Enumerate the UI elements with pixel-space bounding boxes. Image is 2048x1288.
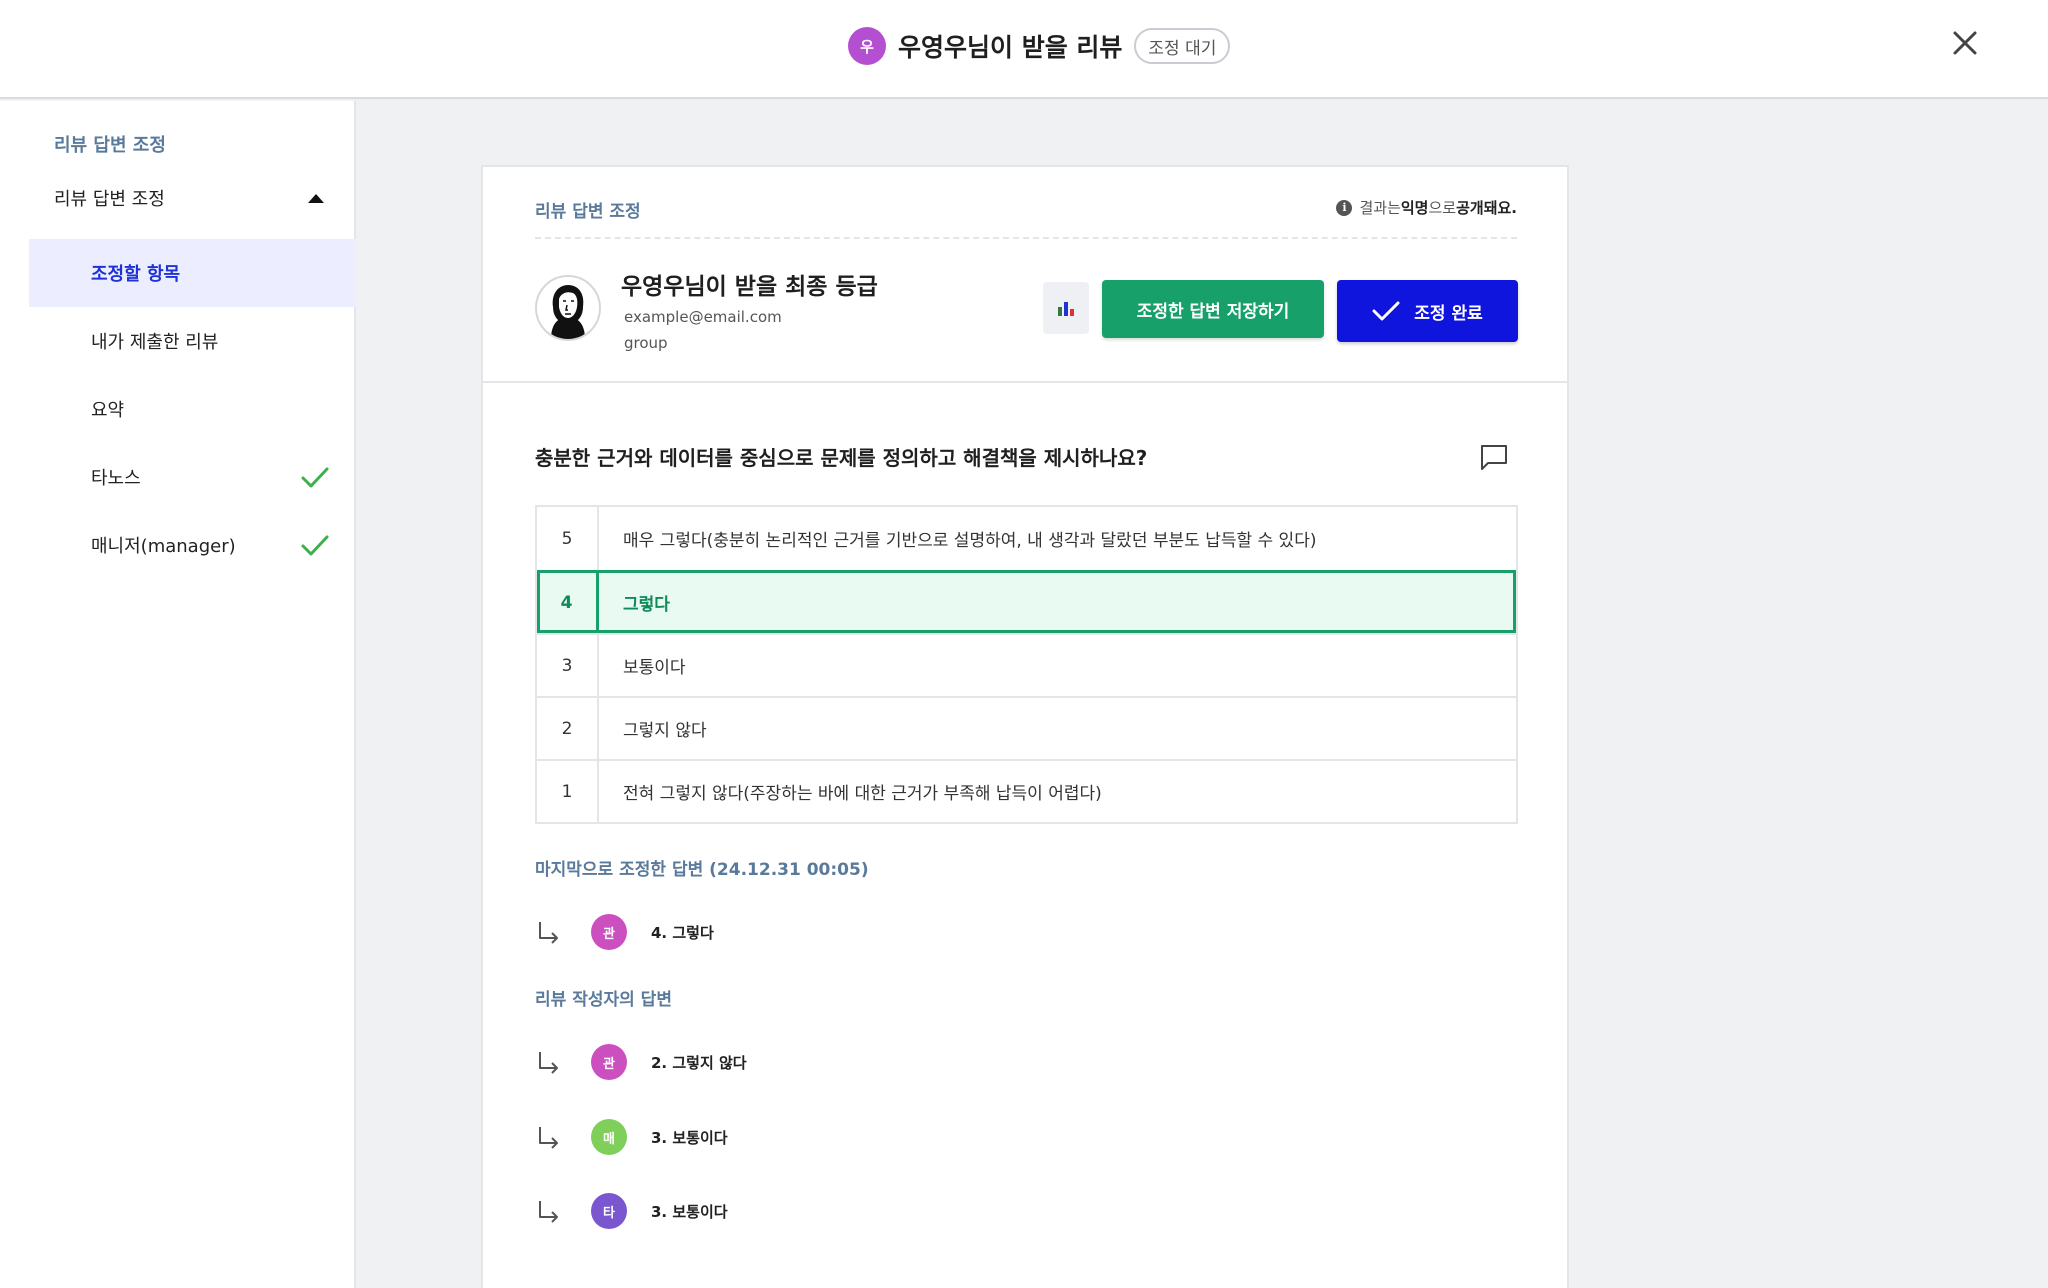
comment-icon[interactable] xyxy=(1479,442,1509,472)
option-number: 3 xyxy=(537,635,599,696)
answer-text: 4. 그렇다 xyxy=(651,923,714,942)
option-number: 5 xyxy=(537,507,599,570)
sidebar-item-summary[interactable]: 요약 xyxy=(29,375,356,443)
note-bold-anonymous: 익명 xyxy=(1400,199,1429,217)
reviewer-answers-label: 리뷰 작성자의 답변 xyxy=(535,990,672,1010)
anonymous-note: i 결과는 익명 으로 공개돼요. xyxy=(1336,197,1517,218)
option-row-4[interactable]: 4 그렇다 xyxy=(537,570,1516,633)
close-icon[interactable] xyxy=(1948,26,1982,60)
note-bold-public: 공개돼요. xyxy=(1456,199,1517,217)
reply-arrow-icon xyxy=(539,1052,558,1074)
avatar: 매 xyxy=(591,1119,627,1155)
reviewee-avatar: 우 xyxy=(848,27,886,65)
sidebar-item-manager[interactable]: 매니저(manager) xyxy=(29,511,356,579)
caret-up-icon xyxy=(308,193,324,203)
avatar: 관 xyxy=(591,914,627,950)
check-icon xyxy=(1372,301,1400,321)
note-text: 으로 xyxy=(1428,199,1457,217)
sidebar-item-label: 타노스 xyxy=(91,468,141,489)
divider xyxy=(535,237,1517,239)
option-row-2[interactable]: 2 그렇지 않다 xyxy=(537,696,1516,759)
sidebar: 리뷰 답변 조정 리뷰 답변 조정 조정할 항목 내가 제출한 리뷰 요약 타노… xyxy=(0,101,356,1288)
reviewer-answer: 관 2. 그렇지 않다 xyxy=(535,1042,747,1082)
check-icon xyxy=(301,467,329,488)
profile-email: example@email.com xyxy=(624,308,782,326)
complete-adjustment-button[interactable]: 조정 완료 xyxy=(1337,280,1518,342)
option-text: 매우 그렇다(충분히 논리적인 근거를 기반으로 설명하여, 내 생각과 달랐던… xyxy=(623,531,1317,551)
sidebar-heading: 리뷰 답변 조정 xyxy=(54,135,166,156)
sidebar-item-thanos[interactable]: 타노스 xyxy=(29,443,356,511)
option-number: 4 xyxy=(537,572,599,633)
sidebar-item-my-reviews[interactable]: 내가 제출한 리뷰 xyxy=(29,307,356,375)
answer-text: 3. 보통이다 xyxy=(651,1202,728,1221)
reviewer-answer: 타 3. 보통이다 xyxy=(535,1191,728,1231)
option-text: 보통이다 xyxy=(623,658,686,678)
last-adjusted-label: 마지막으로 조정한 답변 (24.12.31 00:05) xyxy=(535,860,869,880)
stats-button[interactable] xyxy=(1043,282,1089,334)
reply-arrow-icon xyxy=(539,1201,558,1223)
sidebar-item-label: 매니저(manager) xyxy=(91,536,236,557)
reply-arrow-icon xyxy=(539,922,558,944)
avatar: 관 xyxy=(591,1044,627,1080)
note-text: 결과는 xyxy=(1359,199,1401,217)
card-section-label: 리뷰 답변 조정 xyxy=(535,202,641,222)
option-row-5[interactable]: 5 매우 그렇다(충분히 논리적인 근거를 기반으로 설명하여, 내 생각과 달… xyxy=(537,507,1516,570)
adjust-card: 리뷰 답변 조정 i 결과는 익명 으로 공개돼요. 우영우님이 받을 최종 등급… xyxy=(481,165,1569,1288)
sidebar-item-label: 내가 제출한 리뷰 xyxy=(91,332,219,353)
avatar: 타 xyxy=(591,1193,627,1229)
answer-text: 2. 그렇지 않다 xyxy=(651,1053,747,1072)
reply-arrow-icon xyxy=(539,1127,558,1149)
profile-group: group xyxy=(624,334,668,352)
option-text: 전혀 그렇지 않다(주장하는 바에 대한 근거가 부족해 납득이 어렵다) xyxy=(623,784,1102,804)
check-icon xyxy=(301,535,329,556)
sidebar-item-adjust-items[interactable]: 조정할 항목 xyxy=(29,239,356,307)
profile-avatar xyxy=(535,275,601,341)
answer-text: 3. 보통이다 xyxy=(651,1128,728,1147)
card-header: 리뷰 답변 조정 i 결과는 익명 으로 공개돼요. 우영우님이 받을 최종 등급… xyxy=(483,167,1567,383)
answer-options: 5 매우 그렇다(충분히 논리적인 근거를 기반으로 설명하여, 내 생각과 달… xyxy=(535,505,1518,824)
question-text: 충분한 근거와 데이터를 중심으로 문제를 정의하고 해결책을 제시하나요? xyxy=(535,446,1148,470)
option-row-3[interactable]: 3 보통이다 xyxy=(537,633,1516,696)
final-grade-title: 우영우님이 받을 최종 등급 xyxy=(621,274,878,300)
sidebar-item-label: 조정할 항목 xyxy=(91,264,181,285)
option-text: 그렇지 않다 xyxy=(623,721,707,741)
last-adjusted-answer: 관 4. 그렇다 xyxy=(535,912,714,952)
status-badge: 조정 대기 xyxy=(1134,28,1231,64)
sidebar-group-toggle[interactable]: 리뷰 답변 조정 xyxy=(54,185,324,211)
page-title: 우영우님이 받을 리뷰 xyxy=(898,33,1123,62)
option-number: 1 xyxy=(537,761,599,822)
option-number: 2 xyxy=(537,698,599,759)
info-icon: i xyxy=(1336,199,1353,216)
complete-button-label: 조정 완료 xyxy=(1414,303,1483,324)
option-text: 그렇다 xyxy=(623,595,670,615)
review-title-group: 우 우영우님이 받을 리뷰 조정 대기 xyxy=(848,26,1231,66)
option-row-1[interactable]: 1 전혀 그렇지 않다(주장하는 바에 대한 근거가 부족해 납득이 어렵다) xyxy=(537,759,1516,822)
bar-chart-icon xyxy=(1058,302,1074,316)
save-adjusted-answer-button[interactable]: 조정한 답변 저장하기 xyxy=(1102,280,1324,338)
top-bar: 우 우영우님이 받을 리뷰 조정 대기 xyxy=(0,0,2048,99)
sidebar-group-label: 리뷰 답변 조정 xyxy=(54,189,165,210)
sidebar-item-label: 요약 xyxy=(91,400,125,421)
reviewer-answer: 매 3. 보통이다 xyxy=(535,1117,728,1157)
